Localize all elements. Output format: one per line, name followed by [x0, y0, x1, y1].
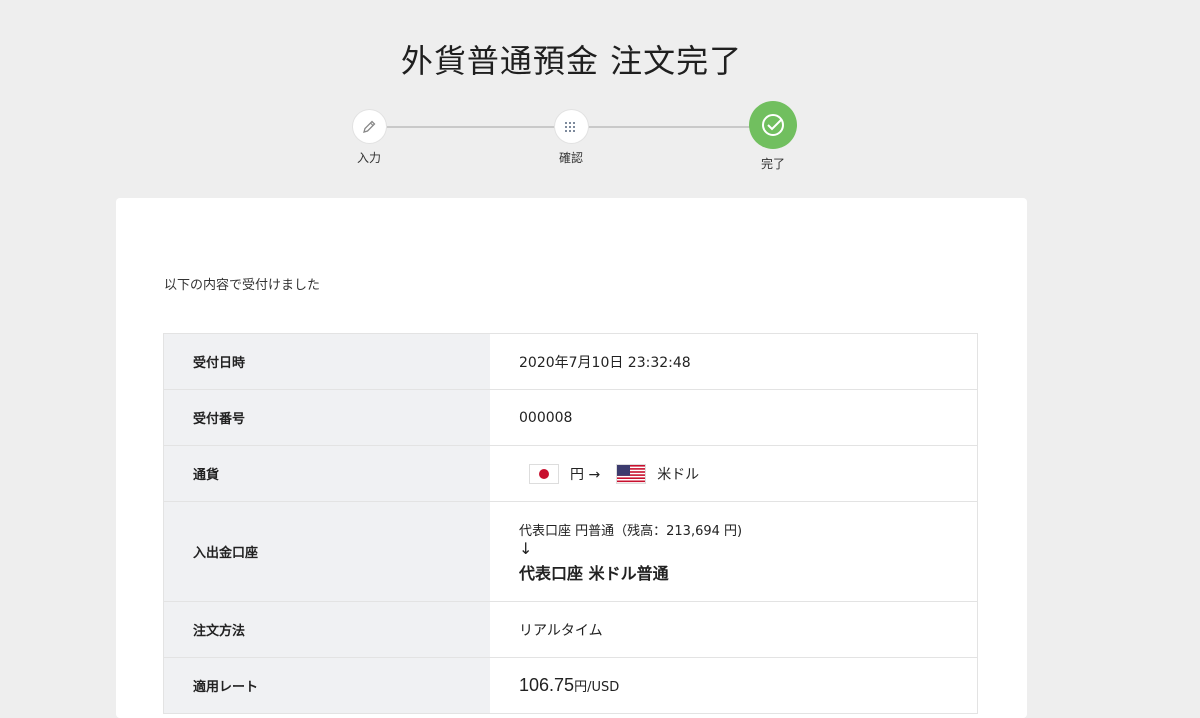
pencil-icon [353, 110, 386, 143]
japan-flag-icon [529, 464, 559, 484]
usa-flag-icon [616, 464, 646, 484]
table-row: 入出金口座 代表口座 円普通（残高：213,694 円) ↓ 代表口座 米ドル普… [164, 502, 977, 602]
progress-stepper: 入力 確認 完了 [0, 0, 1200, 190]
step-connector [571, 126, 771, 128]
rate-unit: 円/USD [574, 676, 619, 695]
row-label: 受付日時 [164, 334, 490, 389]
row-label: 通貨 [164, 446, 490, 501]
intro-text: 以下の内容で受付けました [164, 274, 320, 293]
currency-from: 円 → [570, 464, 600, 484]
table-row: 適用レート 106.75 円/USD [164, 658, 977, 714]
row-label: 受付番号 [164, 390, 490, 445]
step-complete: 完了 [743, 101, 803, 172]
source-account: 代表口座 円普通（残高：213,694 円) [519, 520, 977, 539]
step-connector [370, 126, 570, 128]
rate-number: 106.75 [519, 675, 574, 696]
check-circle-icon [749, 101, 797, 149]
rate-value: 106.75 円/USD [490, 658, 977, 713]
table-row: 受付日時 2020年7月10日 23:32:48 [164, 334, 977, 390]
row-label: 注文方法 [164, 602, 490, 657]
step-label: 完了 [743, 155, 803, 172]
row-value: 000008 [490, 390, 977, 445]
down-arrow-icon: ↓ [519, 540, 977, 558]
currency-value: 円 → 米ドル [490, 446, 977, 501]
row-label: 入出金口座 [164, 502, 490, 601]
row-value: 2020年7月10日 23:32:48 [490, 334, 977, 389]
table-row: 注文方法 リアルタイム [164, 602, 977, 658]
order-details-table: 受付日時 2020年7月10日 23:32:48 受付番号 000008 通貨 … [163, 333, 978, 714]
table-row: 受付番号 000008 [164, 390, 977, 446]
row-label: 適用レート [164, 658, 490, 713]
checklist-icon [555, 110, 588, 143]
step-label: 確認 [541, 149, 601, 166]
row-value: リアルタイム [490, 602, 977, 657]
table-row: 通貨 円 → 米ドル [164, 446, 977, 502]
step-label: 入力 [339, 149, 399, 166]
currency-to: 米ドル [657, 464, 699, 484]
destination-account: 代表口座 米ドル普通 [519, 560, 977, 584]
order-complete-card: 以下の内容で受付けました 受付日時 2020年7月10日 23:32:48 受付… [116, 198, 1027, 718]
step-confirm: 確認 [541, 110, 601, 166]
step-input: 入力 [339, 110, 399, 166]
account-value: 代表口座 円普通（残高：213,694 円) ↓ 代表口座 米ドル普通 [490, 502, 977, 601]
